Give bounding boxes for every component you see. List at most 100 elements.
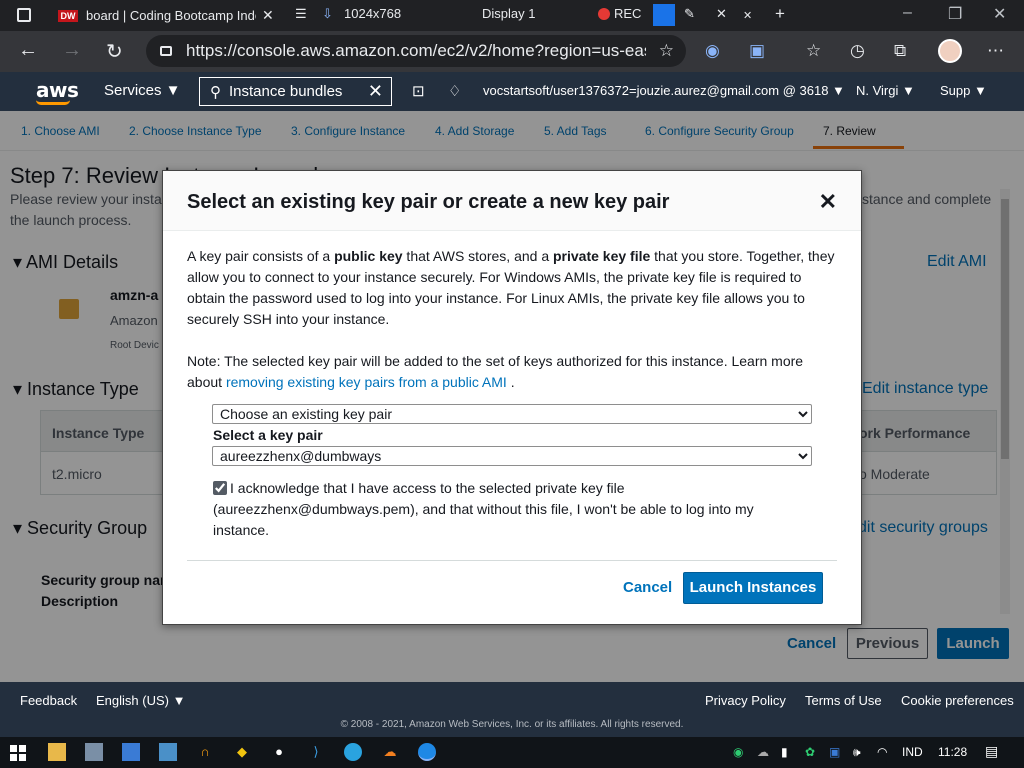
cloudshell-icon[interactable]: ⊡ bbox=[412, 82, 425, 100]
aws-logo-smile-icon bbox=[36, 100, 70, 105]
launch-instances-button[interactable]: Launch Instances bbox=[683, 572, 823, 604]
tray-battery-icon[interactable]: ▮ bbox=[781, 745, 788, 759]
windows-taskbar: ∩ ◆ ● ⟩ ☁ ◉ ☁ ▮ ✿ ▣ 🕪 ◠ IND 11:28 ▤ bbox=[0, 737, 1024, 768]
modal-close-icon[interactable]: ✕ bbox=[819, 189, 837, 215]
edge-browser-icon[interactable] bbox=[418, 743, 436, 761]
github-icon[interactable]: ● bbox=[270, 743, 288, 761]
pin-icon[interactable]: ⇩ bbox=[322, 6, 333, 22]
minimize-icon[interactable]: – bbox=[903, 4, 912, 22]
browser-tab[interactable]: DW board | Coding Bootcamp Indon ✕ bbox=[50, 0, 282, 31]
language-selector[interactable]: English (US) ▼ bbox=[96, 693, 185, 708]
pen-icon[interactable]: ✎ bbox=[684, 6, 695, 22]
modal-note: Note: The selected key pair will be adde… bbox=[187, 351, 839, 393]
app-icon-5[interactable]: ◆ bbox=[233, 743, 251, 761]
restore-icon[interactable]: ❐ bbox=[948, 4, 962, 24]
tray-app-icon[interactable]: ✿ bbox=[805, 745, 815, 759]
acknowledge-row: I acknowledge that I have access to the … bbox=[213, 478, 773, 541]
search-value: Instance bundles bbox=[229, 83, 343, 100]
clear-search-icon[interactable]: ✕ bbox=[368, 81, 383, 102]
url-field[interactable]: https://console.aws.amazon.com/ec2/v2/ho… bbox=[146, 35, 686, 67]
feedback-link[interactable]: Feedback bbox=[20, 693, 77, 708]
favorites-icon[interactable]: ☆ bbox=[806, 41, 821, 61]
forward-icon[interactable]: → bbox=[62, 39, 82, 62]
modal-title: Select an existing key pair or create a … bbox=[187, 191, 670, 213]
search-icon: ⚲ bbox=[210, 83, 221, 101]
reload-icon[interactable]: ↻ bbox=[106, 39, 123, 64]
app-icon-2[interactable] bbox=[122, 743, 140, 761]
body-public-key: public key bbox=[334, 248, 403, 264]
extension-record-icon[interactable]: ▣ bbox=[749, 41, 765, 61]
file-explorer-icon[interactable] bbox=[48, 743, 66, 761]
modal-header: Select an existing key pair or create a … bbox=[163, 171, 861, 231]
key-pair-select[interactable]: aureezzhenx@dumbways bbox=[212, 446, 812, 466]
acknowledge-checkbox[interactable] bbox=[213, 481, 227, 495]
copyright-text: © 2008 - 2021, Amazon Web Services, Inc.… bbox=[340, 719, 684, 730]
search-input[interactable]: ⚲ Instance bundles ✕ bbox=[199, 77, 392, 106]
favorite-star-icon[interactable]: ☆ bbox=[659, 41, 674, 61]
privacy-policy-link[interactable]: Privacy Policy bbox=[705, 693, 786, 708]
windows-start-icon[interactable] bbox=[10, 745, 26, 761]
language-indicator[interactable]: IND bbox=[902, 745, 923, 759]
aws-top-nav: aws Services ▼ ⚲ Instance bundles ✕ ⊡ ♢ … bbox=[0, 72, 1024, 111]
body-text-1: A key pair consists of a bbox=[187, 248, 335, 264]
notifications-icon[interactable]: ▤ bbox=[985, 743, 998, 760]
tab-close-icon[interactable]: ✕ bbox=[262, 7, 274, 24]
support-menu[interactable]: Supp ▼ bbox=[940, 83, 987, 98]
key-pair-option-select[interactable]: Choose an existing key pair bbox=[212, 404, 812, 424]
tray-record-icon[interactable]: ◉ bbox=[733, 745, 743, 759]
browser-tab-bar: DW board | Coding Bootcamp Indon ✕ ☰ ⇩ 1… bbox=[0, 0, 1024, 31]
url-text: https://console.aws.amazon.com/ec2/v2/ho… bbox=[186, 41, 646, 60]
terms-of-use-link[interactable]: Terms of Use bbox=[805, 693, 882, 708]
acknowledge-text: I acknowledge that I have access to the … bbox=[213, 480, 754, 538]
cookie-preferences-link[interactable]: Cookie preferences bbox=[901, 693, 1014, 708]
record-label: REC bbox=[614, 6, 642, 21]
new-tab-icon[interactable]: + bbox=[775, 4, 785, 24]
tray-cloud-icon[interactable]: ☁ bbox=[757, 745, 769, 759]
record-button[interactable]: REC bbox=[598, 6, 641, 21]
account-menu[interactable]: vocstartsoft/user1376372=jouzie.aurez@gm… bbox=[483, 83, 845, 98]
back-icon[interactable]: ← bbox=[18, 39, 38, 62]
body-private-key-file: private key file bbox=[553, 248, 651, 264]
aws-logo[interactable]: aws bbox=[36, 78, 79, 102]
telegram-icon[interactable] bbox=[344, 743, 362, 761]
dumbways-favicon-icon: DW bbox=[58, 9, 78, 22]
collections-icon[interactable]: ⧉ bbox=[894, 41, 906, 61]
window-close-icon[interactable]: ✕ bbox=[993, 4, 1006, 24]
select-key-pair-label: Select a key pair bbox=[213, 427, 323, 443]
app-icon-3[interactable] bbox=[159, 743, 177, 761]
small-close-icon[interactable]: ✕ bbox=[743, 9, 752, 22]
services-menu[interactable]: Services ▼ bbox=[104, 82, 181, 99]
modal-description: A key pair consists of a public key that… bbox=[187, 246, 839, 330]
close-tool-icon[interactable]: ✕ bbox=[716, 6, 727, 22]
volume-icon[interactable]: 🕪 bbox=[853, 745, 861, 760]
tray-display-icon[interactable]: ▣ bbox=[829, 745, 840, 759]
modal-divider bbox=[187, 560, 837, 561]
key-pair-modal: Select an existing key pair or create a … bbox=[162, 170, 862, 625]
region-menu[interactable]: N. Virgi ▼ bbox=[856, 83, 915, 98]
clock[interactable]: 11:28 bbox=[938, 745, 967, 759]
app-icon-4[interactable]: ∩ bbox=[196, 743, 214, 761]
notifications-bell-icon[interactable]: ♢ bbox=[448, 82, 461, 100]
aws-footer: Feedback English (US) ▼ Privacy Policy T… bbox=[0, 682, 1024, 737]
profile-avatar[interactable] bbox=[938, 39, 962, 63]
menu-icon[interactable]: ☰ bbox=[295, 6, 307, 22]
window-menu-icon[interactable] bbox=[17, 8, 31, 22]
note-end: . bbox=[506, 374, 515, 390]
resolution-label: 1024x768 bbox=[344, 6, 402, 21]
camera-icon[interactable] bbox=[653, 4, 675, 26]
lock-icon bbox=[160, 46, 172, 56]
display-selector[interactable]: Display 1 bbox=[482, 6, 535, 21]
history-icon[interactable]: ◷ bbox=[850, 41, 865, 61]
vscode-icon[interactable]: ⟩ bbox=[307, 743, 325, 761]
wifi-icon[interactable]: ◠ bbox=[877, 745, 887, 759]
modal-cancel-button[interactable]: Cancel bbox=[623, 579, 672, 596]
cloud-app-icon[interactable]: ☁ bbox=[381, 743, 399, 761]
tab-title: board | Coding Bootcamp Indon bbox=[86, 8, 256, 23]
removing-key-pairs-link[interactable]: removing existing key pairs from a publi… bbox=[226, 374, 507, 390]
extension-search-icon[interactable]: ◉ bbox=[705, 41, 720, 61]
address-bar-row: ← → ↻ https://console.aws.amazon.com/ec2… bbox=[0, 31, 1024, 72]
body-text-2: that AWS stores, and a bbox=[402, 248, 553, 264]
record-dot-icon bbox=[598, 8, 610, 20]
app-icon-1[interactable] bbox=[85, 743, 103, 761]
more-options-icon[interactable]: ⋯ bbox=[987, 41, 1004, 61]
